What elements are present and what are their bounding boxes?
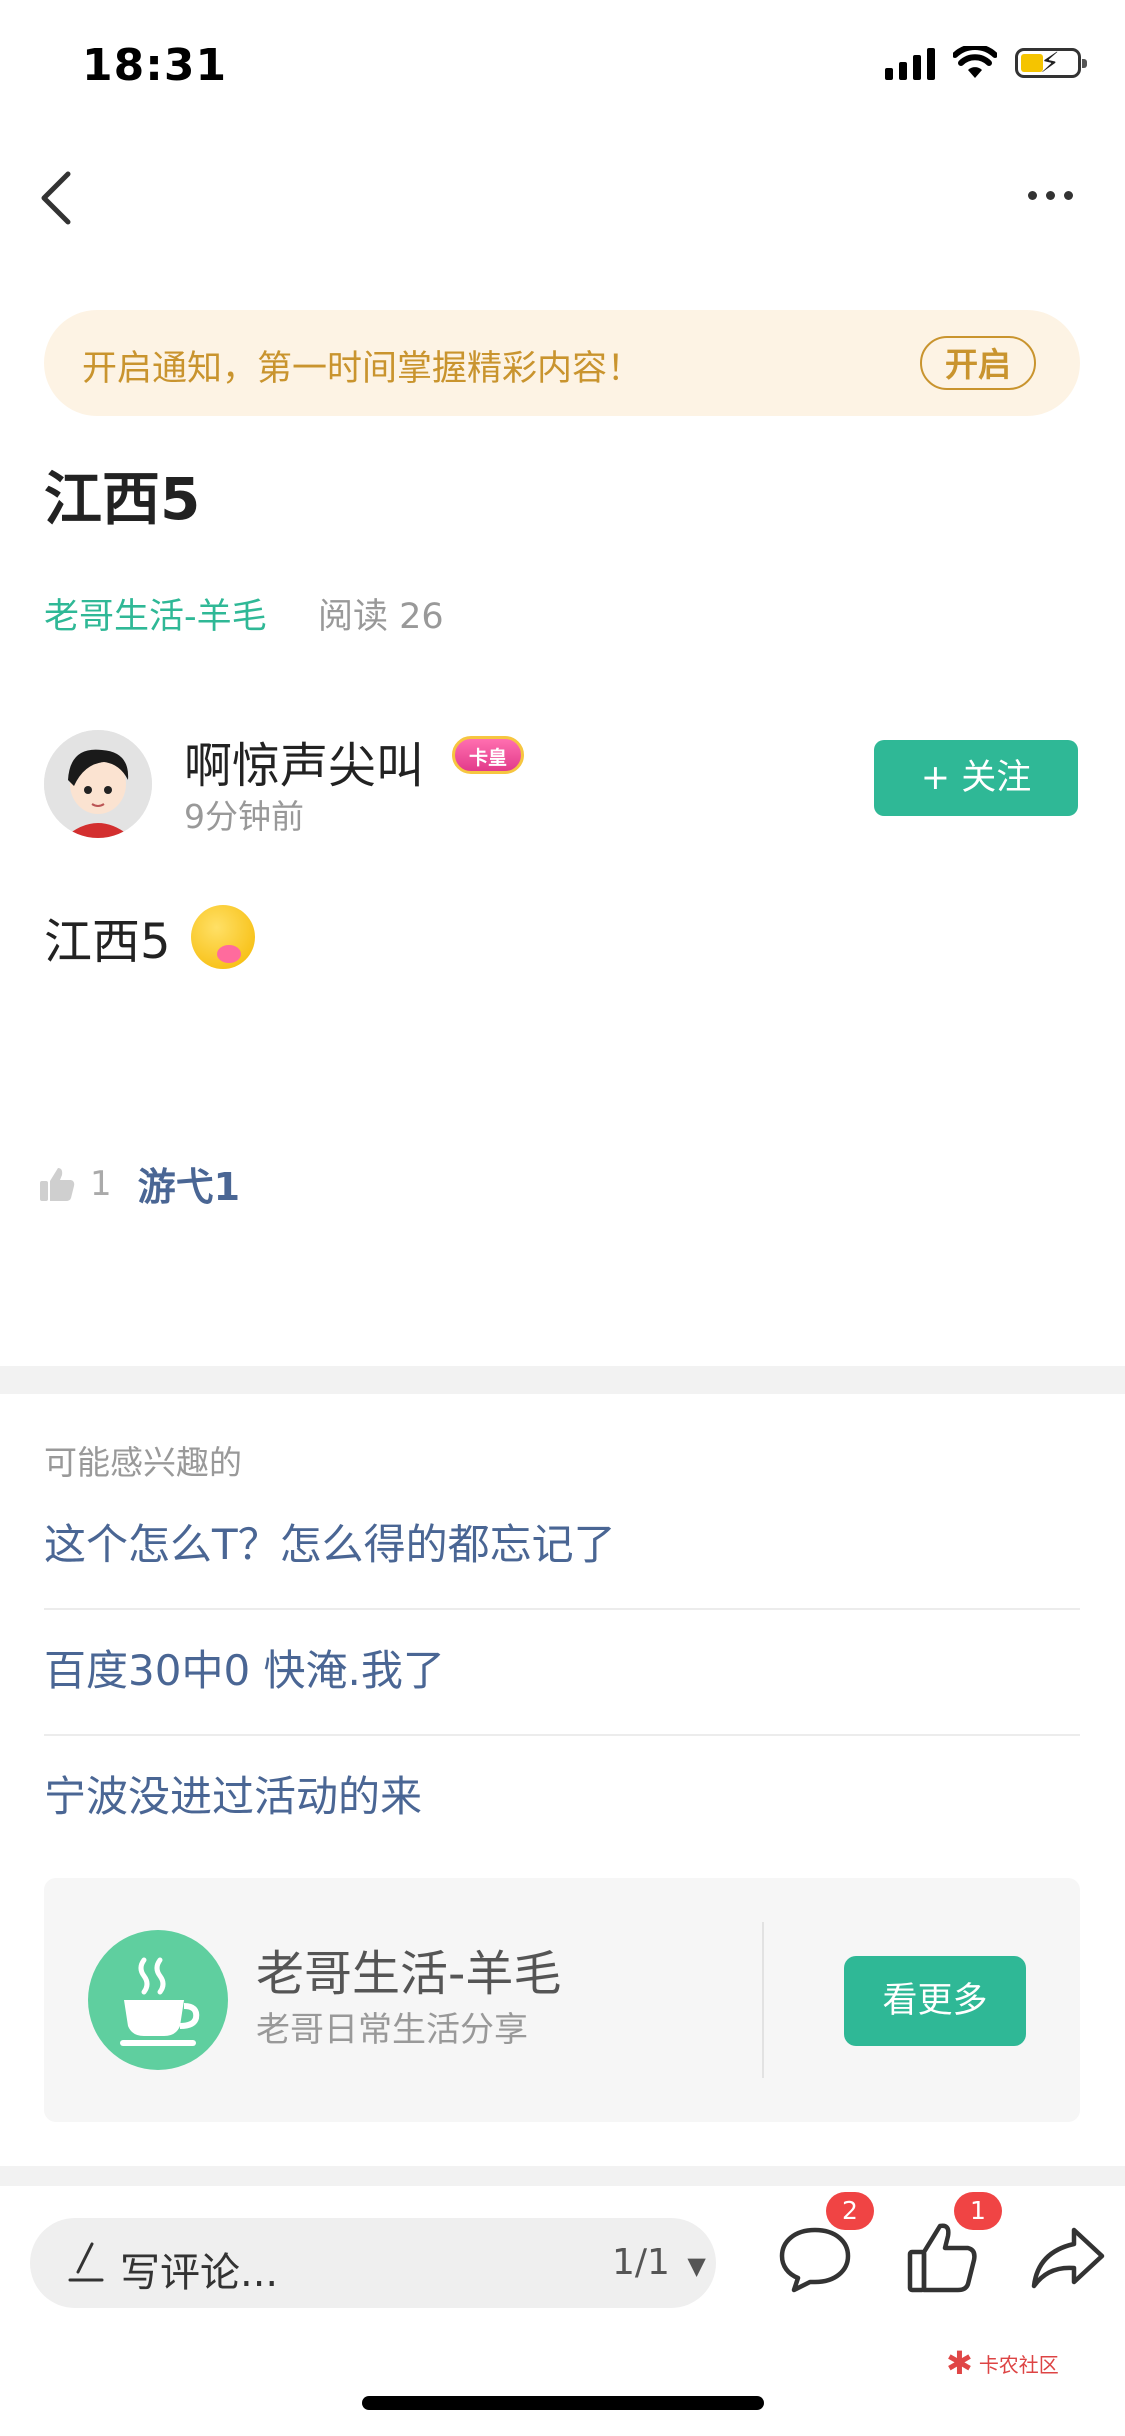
likes-row: 1 游弋1 <box>38 1156 240 1211</box>
post-title: 江西5 <box>44 465 201 533</box>
status-icons: ⚡ <box>885 46 1087 80</box>
watermark-logo-icon: ✱ <box>946 2344 973 2382</box>
caret-down-icon: ▼ <box>687 2252 706 2280</box>
signal-icon <box>885 46 935 80</box>
avatar-icon <box>44 730 152 838</box>
comment-count-badge: 2 <box>826 2192 874 2230</box>
follow-button[interactable]: + 关注 <box>874 740 1078 816</box>
page-indicator[interactable]: 1/1 ▼ <box>612 2242 706 2283</box>
post-content: 江西5 <box>44 902 255 972</box>
more-dot-icon <box>1063 190 1073 200</box>
post-body-text: 江西5 <box>44 914 171 970</box>
more-options-button[interactable] <box>1015 170 1085 220</box>
page-indicator-text: 1/1 <box>612 2242 670 2283</box>
read-count: 阅读 26 <box>318 597 444 637</box>
share-button[interactable] <box>1022 2212 1112 2302</box>
bottom-divider <box>0 2166 1125 2186</box>
chevron-left-icon <box>41 171 71 225</box>
home-indicator[interactable] <box>362 2396 764 2410</box>
comment-placeholder: 写评论... <box>120 2250 279 2296</box>
like-button[interactable]: 1 <box>898 2192 1002 2302</box>
channel-logo <box>88 1930 228 2070</box>
more-dot-icon <box>1027 190 1037 200</box>
channel-separator <box>762 1922 764 2078</box>
section-divider <box>0 1366 1125 1394</box>
avatar[interactable] <box>44 730 152 838</box>
notification-text: 开启通知，第一时间掌握精彩内容！ <box>82 349 643 389</box>
liker-name[interactable]: 游弋1 <box>138 1156 240 1211</box>
likes-count: 1 <box>90 1163 112 1204</box>
pencil-icon <box>68 2242 104 2282</box>
author-name[interactable]: 啊惊声尖叫 <box>184 726 424 796</box>
watermark: ✱ 卡农社区 <box>946 2344 1059 2382</box>
recommend-item[interactable]: 宁波没进过活动的来 <box>44 1734 1080 1860</box>
vip-badge: 卡皇 <box>452 736 524 774</box>
battery-icon: ⚡ <box>1015 48 1087 78</box>
notification-banner: 开启通知，第一时间掌握精彩内容！ 开启 <box>44 310 1080 416</box>
wifi-icon <box>953 46 997 78</box>
comments-button[interactable]: 2 <box>770 2192 874 2302</box>
thumbs-up-icon[interactable] <box>38 1165 76 1203</box>
recommend-heading: 可能感兴趣的 <box>44 1443 242 1482</box>
watermark-text: 卡农社区 <box>978 2352 1059 2377</box>
post-time: 9分钟前 <box>184 797 304 836</box>
recommend-item[interactable]: 这个怎么T？怎么得的都忘记了 <box>44 1482 1080 1610</box>
comment-input[interactable]: 写评论... 1/1 ▼ <box>30 2218 716 2308</box>
post-category-link[interactable]: 老哥生活-羊毛 <box>44 588 267 639</box>
enable-notification-button[interactable]: 开启 <box>920 336 1036 390</box>
channel-card[interactable]: 老哥生活-羊毛 老哥日常生活分享 看更多 <box>44 1878 1080 2122</box>
like-count-badge: 1 <box>954 2192 1002 2230</box>
channel-name: 老哥生活-羊毛 <box>256 1946 562 2002</box>
more-dot-icon <box>1045 190 1055 200</box>
share-arrow-icon <box>1031 2227 1105 2289</box>
channel-description: 老哥日常生活分享 <box>256 2010 528 2050</box>
status-time: 18:31 <box>82 40 228 91</box>
recommend-item[interactable]: 百度30中0 快淹.我了 <box>44 1608 1080 1736</box>
back-button[interactable] <box>28 160 98 230</box>
see-more-button[interactable]: 看更多 <box>844 1956 1026 2046</box>
emoji-drool-icon <box>190 905 255 969</box>
coffee-cup-icon <box>120 1957 200 2046</box>
